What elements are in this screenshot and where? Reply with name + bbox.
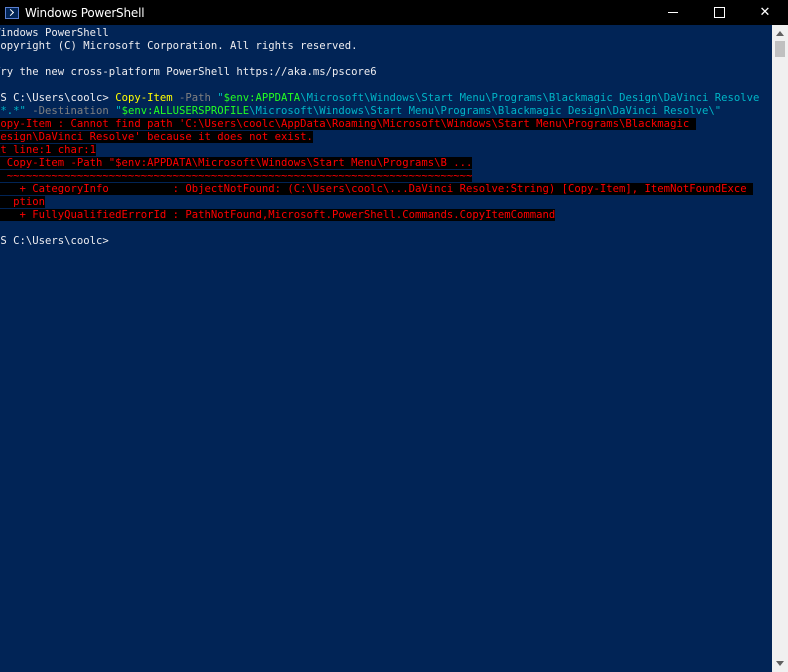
source-wildcard: \*.*" <box>0 105 26 117</box>
error-text: + CategoryInfo : ObjectNotFound: (C:\Use… <box>0 183 753 195</box>
error-line-3: At line:1 char:1 <box>0 144 97 157</box>
pscore-hint-line: Try the new cross-platform PowerShell ht… <box>0 66 377 78</box>
appdata-variable: $env:APPDATA <box>223 92 301 104</box>
console-output[interactable]: Windows PowerShell Copyright (C) Microso… <box>0 25 772 672</box>
error-line-1: Copy-Item : Cannot find path 'C:\Users\c… <box>0 118 696 131</box>
error-text: ption <box>0 196 46 208</box>
close-icon: ✕ <box>759 5 771 20</box>
vertical-scrollbar[interactable] <box>772 25 788 672</box>
error-line-5: + ~~~~~~~~~~~~~~~~~~~~~~~~~~~~~~~~~~~~~~… <box>0 170 473 183</box>
error-text: Copy-Item : Cannot find path 'C:\Users\c… <box>0 118 696 130</box>
error-text: + Copy-Item -Path "$env:APPDATA\Microsof… <box>0 157 473 169</box>
window-title: Windows PowerShell <box>25 5 145 20</box>
command-line-1: PS C:\Users\coolc> Copy-Item -Path "$env… <box>0 92 759 105</box>
error-line-7: ption <box>0 196 46 209</box>
scroll-up-icon[interactable] <box>776 31 784 36</box>
banner-line: Windows PowerShell <box>0 27 109 39</box>
window-controls: ✕ <box>650 0 788 25</box>
cmdlet-name: Copy-Item <box>115 92 173 104</box>
minimize-button[interactable] <box>650 0 696 25</box>
error-line-2: Design\DaVinci Resolve' because it does … <box>0 131 313 144</box>
source-path: \Microsoft\Windows\Start Menu\Programs\B… <box>300 92 760 104</box>
error-text: At line:1 char:1 <box>0 144 97 156</box>
error-text: + ~~~~~~~~~~~~~~~~~~~~~~~~~~~~~~~~~~~~~~… <box>0 170 473 182</box>
command-line-2: \*.*" -Destination "$env:ALLUSERSPROFILE… <box>0 105 721 118</box>
destination-param: -Destination <box>25 105 116 117</box>
error-text: + FullyQualifiedErrorId : PathNotFound,M… <box>0 209 556 221</box>
scroll-down-icon[interactable] <box>776 661 784 666</box>
maximize-icon <box>713 7 725 18</box>
title-bar[interactable]: Windows PowerShell ✕ <box>0 0 788 25</box>
error-line-4: + Copy-Item -Path "$env:APPDATA\Microsof… <box>0 157 473 170</box>
allusersprofile-variable: $env:ALLUSERSPROFILE <box>121 105 250 117</box>
path-param: -Path <box>172 92 218 104</box>
destination-path: \Microsoft\Windows\Start Menu\Programs\B… <box>249 105 722 117</box>
maximize-button[interactable] <box>696 0 742 25</box>
error-line-8: + FullyQualifiedErrorId : PathNotFound,M… <box>0 209 556 222</box>
prompt-text: PS C:\Users\coolc> <box>0 92 116 104</box>
error-line-6: + CategoryInfo : ObjectNotFound: (C:\Use… <box>0 183 753 196</box>
close-button[interactable]: ✕ <box>742 0 788 25</box>
minimize-icon <box>668 12 678 13</box>
current-prompt[interactable]: PS C:\Users\coolc> <box>0 235 109 248</box>
scroll-thumb[interactable] <box>775 41 785 57</box>
error-text: Design\DaVinci Resolve' because it does … <box>0 131 313 143</box>
copyright-line: Copyright (C) Microsoft Corporation. All… <box>0 40 358 52</box>
powershell-icon <box>5 6 19 19</box>
